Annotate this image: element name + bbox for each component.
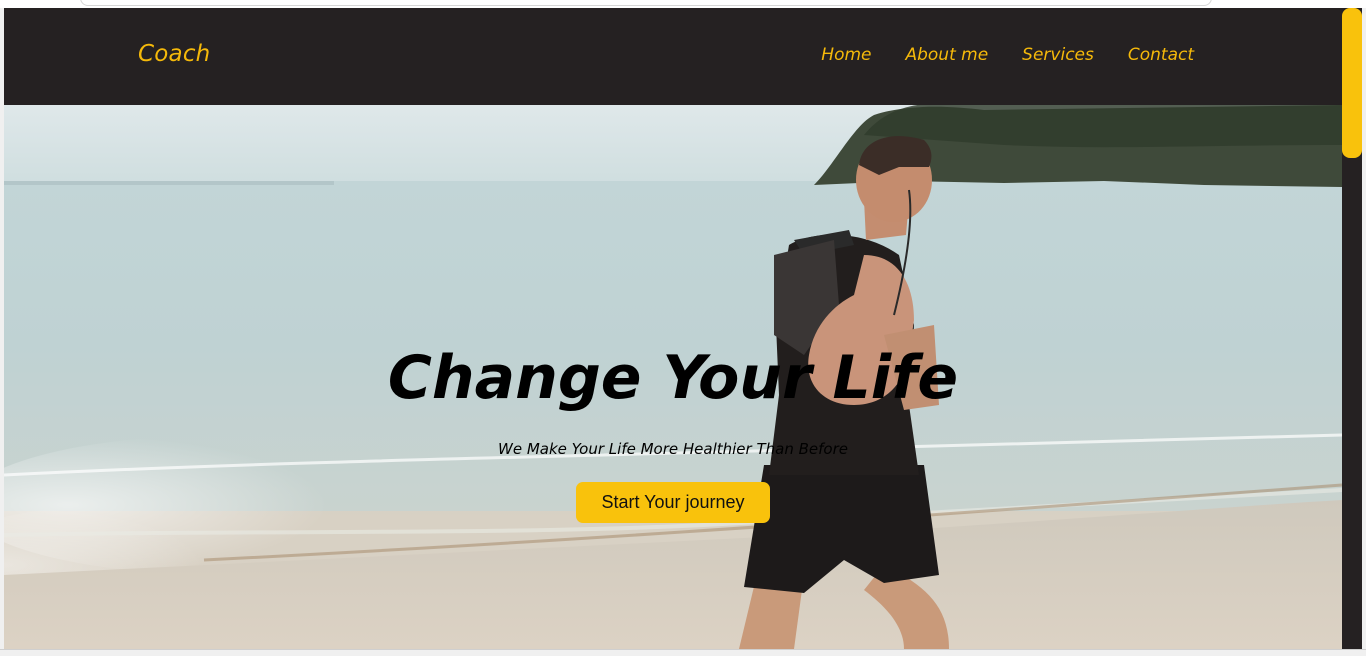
nav-contact[interactable]: Contact: [1128, 45, 1194, 65]
page-viewport: Coach Home About me Services Contact Cha…: [4, 8, 1342, 649]
scrollbar-thumb[interactable]: [1342, 8, 1362, 158]
hero-subtitle: We Make Your Life More Healthier Than Be…: [498, 440, 848, 458]
nav-about-me[interactable]: About me: [905, 45, 988, 65]
browser-chrome-top: [0, 0, 1366, 8]
hero-section: Change Your Life We Make Your Life More …: [4, 105, 1342, 649]
address-bar-edge: [80, 0, 1212, 6]
hero-content: Change Your Life We Make Your Life More …: [4, 105, 1342, 649]
main-nav: Home About me Services Contact: [821, 45, 1194, 65]
start-journey-button[interactable]: Start Your journey: [576, 482, 770, 523]
site-header: Coach Home About me Services Contact: [4, 8, 1342, 105]
nav-services[interactable]: Services: [1022, 45, 1094, 65]
window-right-edge: [1362, 8, 1366, 649]
logo[interactable]: Coach: [138, 41, 210, 67]
nav-home[interactable]: Home: [821, 45, 871, 65]
hero-title: Change Your Life: [387, 343, 959, 413]
